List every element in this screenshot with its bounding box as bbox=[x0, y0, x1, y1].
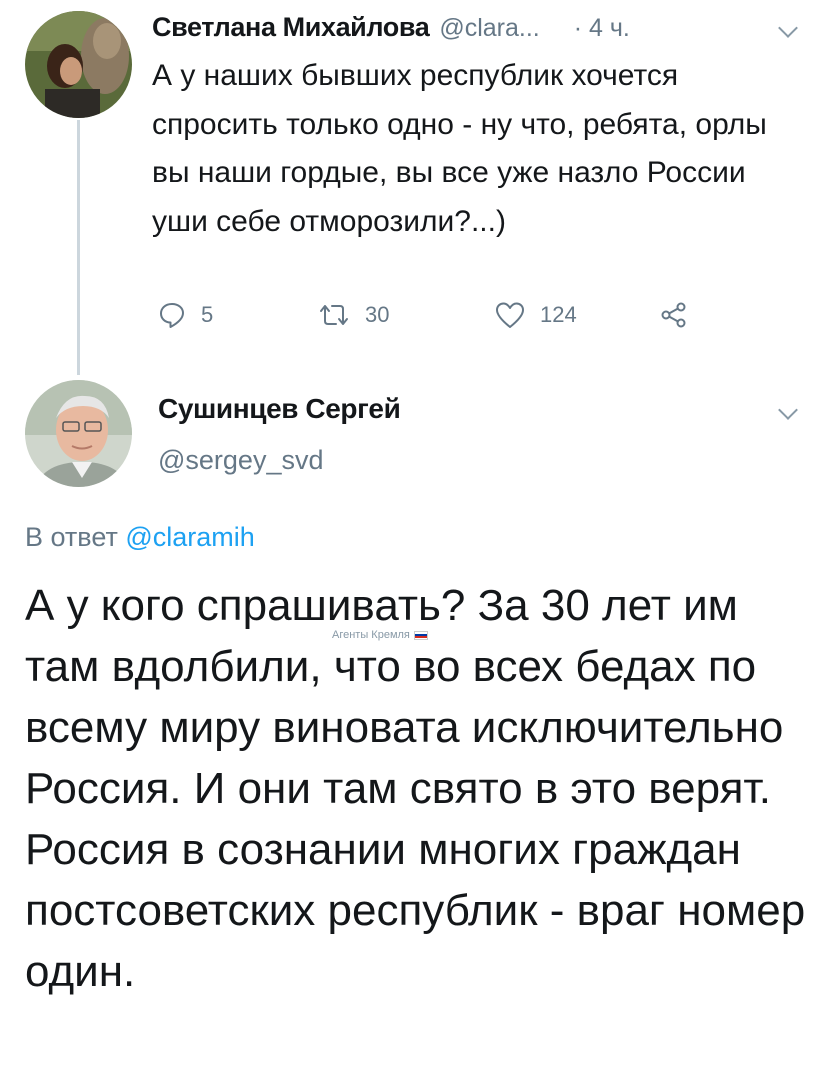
author-name[interactable]: Светлана Михайлова bbox=[152, 12, 430, 43]
like-button[interactable]: 124 bbox=[494, 300, 577, 330]
reply-prefix: В ответ bbox=[25, 522, 118, 552]
avatar[interactable] bbox=[25, 380, 132, 487]
retweet-count: 30 bbox=[365, 302, 390, 327]
tweet-header: Светлана Михайлова @clara... · 4 ч. bbox=[152, 12, 809, 52]
reply-button[interactable]: 5 bbox=[157, 300, 213, 330]
author-name[interactable]: Сушинцев Сергей bbox=[158, 393, 401, 425]
share-icon bbox=[661, 302, 686, 328]
share-button[interactable] bbox=[659, 300, 689, 330]
watermark: Агенты Кремля bbox=[332, 629, 428, 641]
thread-connector-line bbox=[77, 120, 80, 375]
avatar[interactable] bbox=[25, 11, 132, 118]
russian-flag-icon bbox=[413, 630, 428, 640]
retweet-icon bbox=[320, 305, 348, 325]
like-icon bbox=[496, 302, 524, 328]
reply-context: В ответ @claramih bbox=[25, 522, 255, 553]
reply-mention-link[interactable]: @claramih bbox=[125, 522, 254, 552]
watermark-text: Агенты Кремля bbox=[332, 629, 410, 641]
author-handle[interactable]: @clara... bbox=[439, 14, 539, 43]
like-count: 124 bbox=[540, 302, 577, 327]
tweet-timestamp[interactable]: · 4 ч. bbox=[574, 14, 630, 43]
reply-icon bbox=[160, 303, 184, 328]
author-handle[interactable]: @sergey_svd bbox=[158, 445, 323, 476]
retweet-button[interactable]: 30 bbox=[317, 300, 389, 330]
reply-count: 5 bbox=[201, 302, 214, 327]
chevron-down-icon[interactable] bbox=[778, 400, 798, 420]
tweet-text: А у наших бывших республик хочется спрос… bbox=[152, 59, 767, 238]
